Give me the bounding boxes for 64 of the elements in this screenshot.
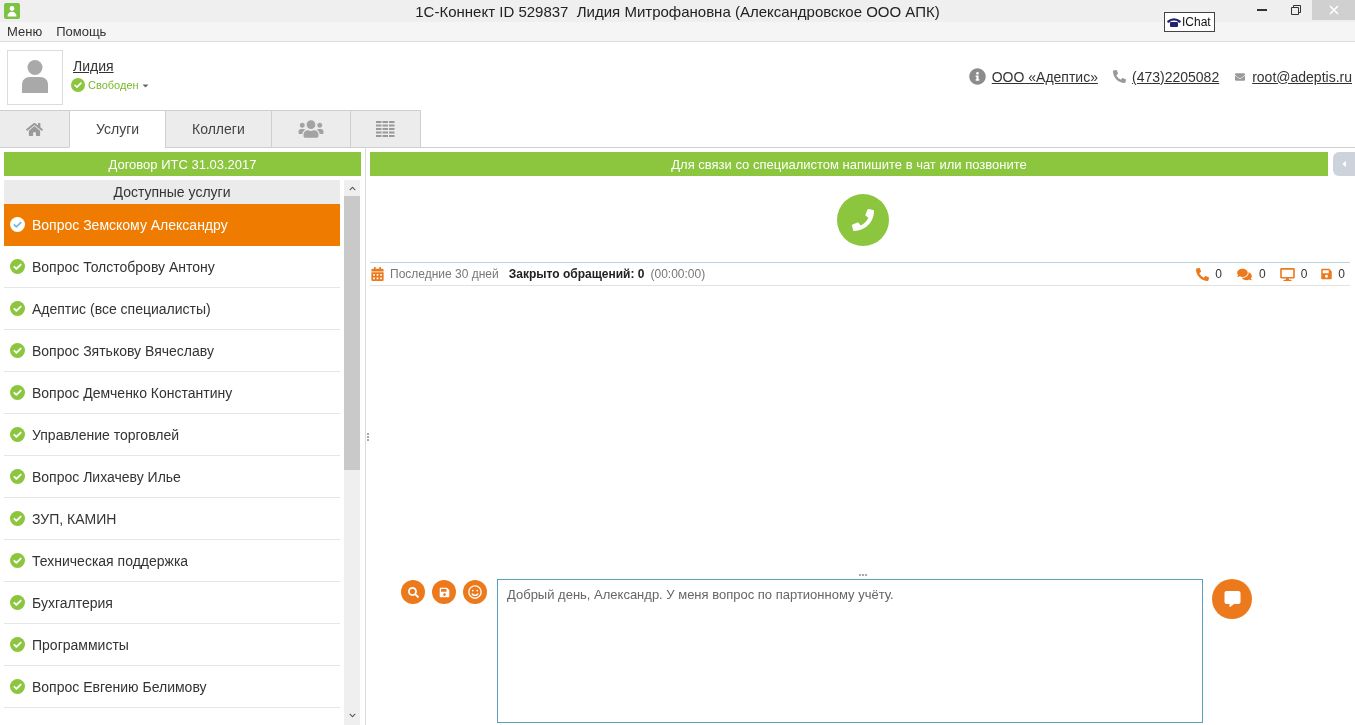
- restore-icon[interactable]: [1291, 5, 1301, 15]
- collapse-button[interactable]: [1333, 152, 1355, 176]
- user-name-link[interactable]: Лидия: [71, 58, 114, 74]
- tab[interactable]: Услуги: [69, 110, 167, 148]
- smiley-icon[interactable]: [463, 580, 487, 604]
- tab[interactable]: [349, 110, 421, 148]
- menu-item[interactable]: Меню: [7, 24, 43, 39]
- check-icon: [10, 595, 25, 610]
- window-title: 1С-Коннект ID 529837 Лидия Митрофановна (Александровское ООО АПК): [415, 2, 940, 20]
- check-icon: [10, 385, 25, 400]
- check-icon: [10, 427, 25, 442]
- check-icon: [10, 343, 25, 358]
- check-icon: [10, 469, 25, 484]
- home-icon: [26, 121, 43, 137]
- contract-banner: Договор ИТС 31.03.2017: [4, 152, 361, 176]
- chat-bubbles-icon: [1235, 267, 1253, 281]
- grid-icon: [375, 121, 395, 137]
- counter-value: 0: [1215, 267, 1222, 281]
- duration-label: (00:00:00): [650, 267, 706, 281]
- message-icon[interactable]: [1212, 579, 1252, 619]
- menu-item[interactable]: Помощь: [56, 24, 107, 39]
- tab[interactable]: [0, 110, 70, 148]
- scroll-down-icon[interactable]: [347, 712, 357, 719]
- calendar-icon: [371, 267, 384, 281]
- period-label: Последние 30 дней: [390, 267, 499, 281]
- check-icon: [10, 301, 25, 316]
- phone-icon[interactable]: [836, 194, 889, 246]
- tab[interactable]: Коллеги: [165, 110, 272, 148]
- closed-count: Закрыто обращений: 0: [508, 267, 645, 281]
- people-icon: [297, 119, 324, 139]
- tab[interactable]: [270, 110, 351, 148]
- close-icon: [1328, 5, 1339, 15]
- mail-icon: [1234, 71, 1247, 82]
- caret-left-icon: [1341, 159, 1347, 169]
- check-icon: [10, 511, 25, 526]
- app-icon: [4, 3, 20, 19]
- check-icon: [10, 637, 25, 652]
- phone-icon: [1113, 70, 1126, 83]
- counter-value: 0: [1300, 267, 1308, 281]
- phone-icon: [1196, 267, 1210, 281]
- message-field[interactable]: Добрый день, Александр. У меня вопрос по партионному учёту.: [497, 579, 1203, 723]
- save-icon[interactable]: [432, 580, 456, 604]
- info-icon: [968, 68, 986, 85]
- check-icon: [71, 78, 85, 92]
- save-icon: [1321, 268, 1333, 280]
- close-button[interactable]: [1312, 0, 1355, 20]
- counter-value: 0: [1258, 267, 1266, 281]
- counter-value: 0: [1338, 267, 1345, 281]
- scroll-up-icon[interactable]: [347, 185, 357, 192]
- services-header: Доступные услуги: [4, 180, 340, 204]
- monitor-icon: [1279, 267, 1295, 281]
- telephone-icon: [1167, 17, 1181, 27]
- check-icon: [10, 553, 25, 568]
- email-link[interactable]: root@adeptis.ru: [1252, 68, 1352, 85]
- company-link[interactable]: ООО «Адептис»: [991, 68, 1098, 85]
- check-icon: [10, 217, 25, 232]
- check-icon: [10, 679, 25, 694]
- chat-banner: Для связи со специалистом напишите в чат или позвоните: [370, 152, 1328, 176]
- phone-link[interactable]: (473)2205082: [1132, 68, 1220, 85]
- search-icon[interactable]: [401, 580, 425, 604]
- check-icon: [10, 259, 25, 274]
- person-silhouette-icon: [22, 60, 48, 93]
- scrollbar-thumb[interactable]: [344, 196, 360, 470]
- overlay-text: IChat: [1182, 15, 1211, 29]
